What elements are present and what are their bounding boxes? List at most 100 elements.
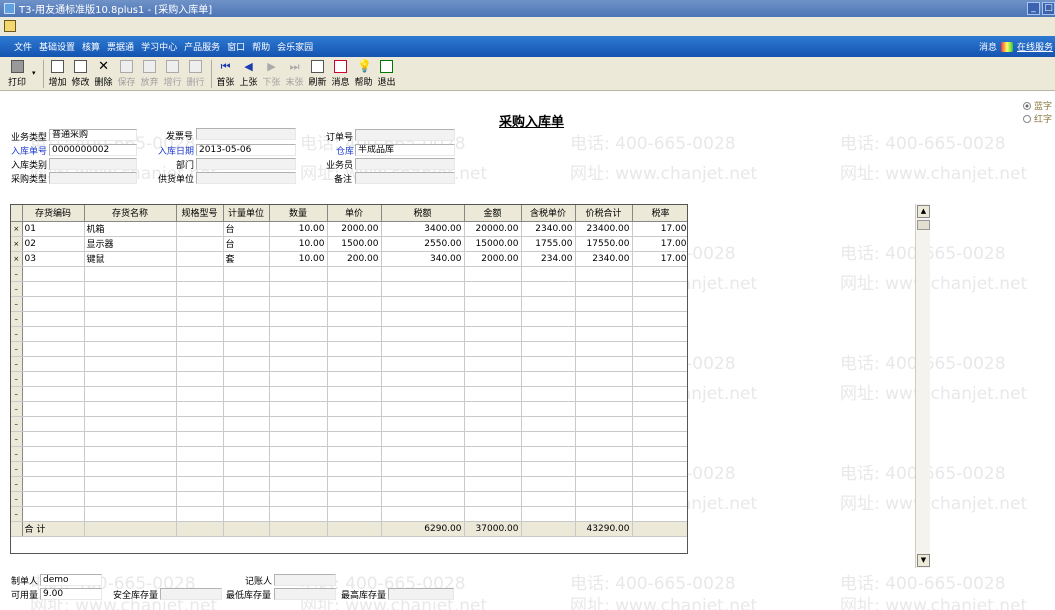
empty-cell[interactable] [22,431,85,447]
empty-cell[interactable] [269,371,328,387]
empty-cell[interactable] [327,416,382,432]
menu-file[interactable]: 文件 [14,40,32,53]
max-stock-field[interactable] [388,588,454,600]
cell-total[interactable]: 2340.00 [575,251,633,267]
cell-name[interactable]: 键鼠 [84,251,177,267]
empty-cell[interactable] [575,401,633,417]
edit-button[interactable]: 修改 [70,58,92,88]
empty-cell[interactable] [22,281,85,297]
empty-cell[interactable] [632,266,687,282]
cell-code[interactable]: 01 [22,221,85,237]
col-header[interactable]: 计量单位 [223,205,270,222]
empty-cell[interactable] [176,401,224,417]
empty-cell[interactable] [269,446,328,462]
purchase-type-field[interactable] [49,172,137,184]
empty-cell[interactable] [381,281,465,297]
empty-cell[interactable] [269,266,328,282]
empty-cell[interactable] [381,476,465,492]
empty-cell[interactable] [269,356,328,372]
empty-cell[interactable] [223,341,270,357]
empty-cell[interactable] [176,386,224,402]
empty-cell[interactable] [269,311,328,327]
empty-cell[interactable] [176,266,224,282]
empty-cell[interactable] [327,386,382,402]
empty-cell[interactable] [521,491,576,507]
detail-grid[interactable]: 存货编码 存货名称 规格型号 计量单位 数量 单价 税额 金额 含税单价 价税合… [10,204,688,554]
col-header[interactable]: 含税单价 [521,205,576,222]
empty-cell[interactable] [632,326,687,342]
empty-cell[interactable] [464,311,522,327]
empty-cell[interactable] [521,506,576,522]
empty-cell[interactable] [176,506,224,522]
empty-cell[interactable] [327,431,382,447]
empty-cell[interactable] [22,341,85,357]
empty-cell[interactable] [176,281,224,297]
empty-cell[interactable] [575,446,633,462]
radio-blue[interactable]: 蓝字 [1023,99,1052,112]
empty-cell[interactable] [176,296,224,312]
cell-amount[interactable]: 20000.00 [464,221,522,237]
empty-cell[interactable] [223,326,270,342]
empty-cell[interactable] [632,296,687,312]
empty-cell[interactable] [269,416,328,432]
empty-cell[interactable] [22,446,85,462]
minimize-button[interactable]: _ [1027,2,1040,15]
empty-cell[interactable] [464,371,522,387]
empty-cell[interactable] [575,386,633,402]
maximize-button[interactable]: □ [1042,2,1055,15]
print-dropdown-icon[interactable]: ▾ [32,69,36,77]
empty-cell[interactable] [632,416,687,432]
empty-cell[interactable] [575,341,633,357]
col-header[interactable]: 数量 [269,205,328,222]
empty-cell[interactable] [575,266,633,282]
available-field[interactable]: 9.00 [40,588,102,600]
cell-spec[interactable] [176,236,224,252]
empty-cell[interactable] [84,371,177,387]
cell-name[interactable]: 显示器 [84,236,177,252]
empty-cell[interactable] [632,311,687,327]
empty-cell[interactable] [22,506,85,522]
business-type-field[interactable]: 普通采购 [49,129,137,141]
min-stock-field[interactable] [274,588,336,600]
menu-community[interactable]: 会乐家园 [277,40,313,53]
empty-cell[interactable] [381,356,465,372]
empty-cell[interactable] [632,386,687,402]
menu-learning[interactable]: 学习中心 [141,40,177,53]
empty-cell[interactable] [464,326,522,342]
menu-invoice[interactable]: 票据通 [107,40,134,53]
empty-cell[interactable] [464,476,522,492]
cell-tax-price[interactable]: 2340.00 [521,221,576,237]
empty-cell[interactable] [381,386,465,402]
empty-cell[interactable] [223,401,270,417]
col-header[interactable]: 存货编码 [22,205,85,222]
empty-cell[interactable] [84,356,177,372]
bookkeeper-field[interactable] [274,574,336,586]
empty-cell[interactable] [632,506,687,522]
empty-cell[interactable] [22,416,85,432]
empty-cell[interactable] [223,416,270,432]
empty-cell[interactable] [327,491,382,507]
empty-cell[interactable] [575,326,633,342]
empty-cell[interactable] [575,461,633,477]
empty-cell[interactable] [223,491,270,507]
empty-cell[interactable] [269,401,328,417]
order-no-field[interactable] [355,129,455,141]
empty-cell[interactable] [632,281,687,297]
empty-cell[interactable] [327,446,382,462]
empty-cell[interactable] [223,506,270,522]
cell-tax[interactable]: 2550.00 [381,236,465,252]
cell-tax-rate[interactable]: 17.00 [632,221,687,237]
empty-row[interactable]: – [11,416,687,432]
empty-cell[interactable] [22,461,85,477]
empty-cell[interactable] [327,356,382,372]
empty-cell[interactable] [381,266,465,282]
cell-unit[interactable]: 台 [223,236,270,252]
empty-cell[interactable] [22,476,85,492]
menu-message[interactable]: 消息 [979,40,997,53]
empty-cell[interactable] [381,491,465,507]
cell-tax[interactable]: 340.00 [381,251,465,267]
empty-row[interactable]: – [11,401,687,417]
empty-row[interactable]: – [11,326,687,342]
empty-cell[interactable] [223,431,270,447]
cell-qty[interactable]: 10.00 [269,251,328,267]
